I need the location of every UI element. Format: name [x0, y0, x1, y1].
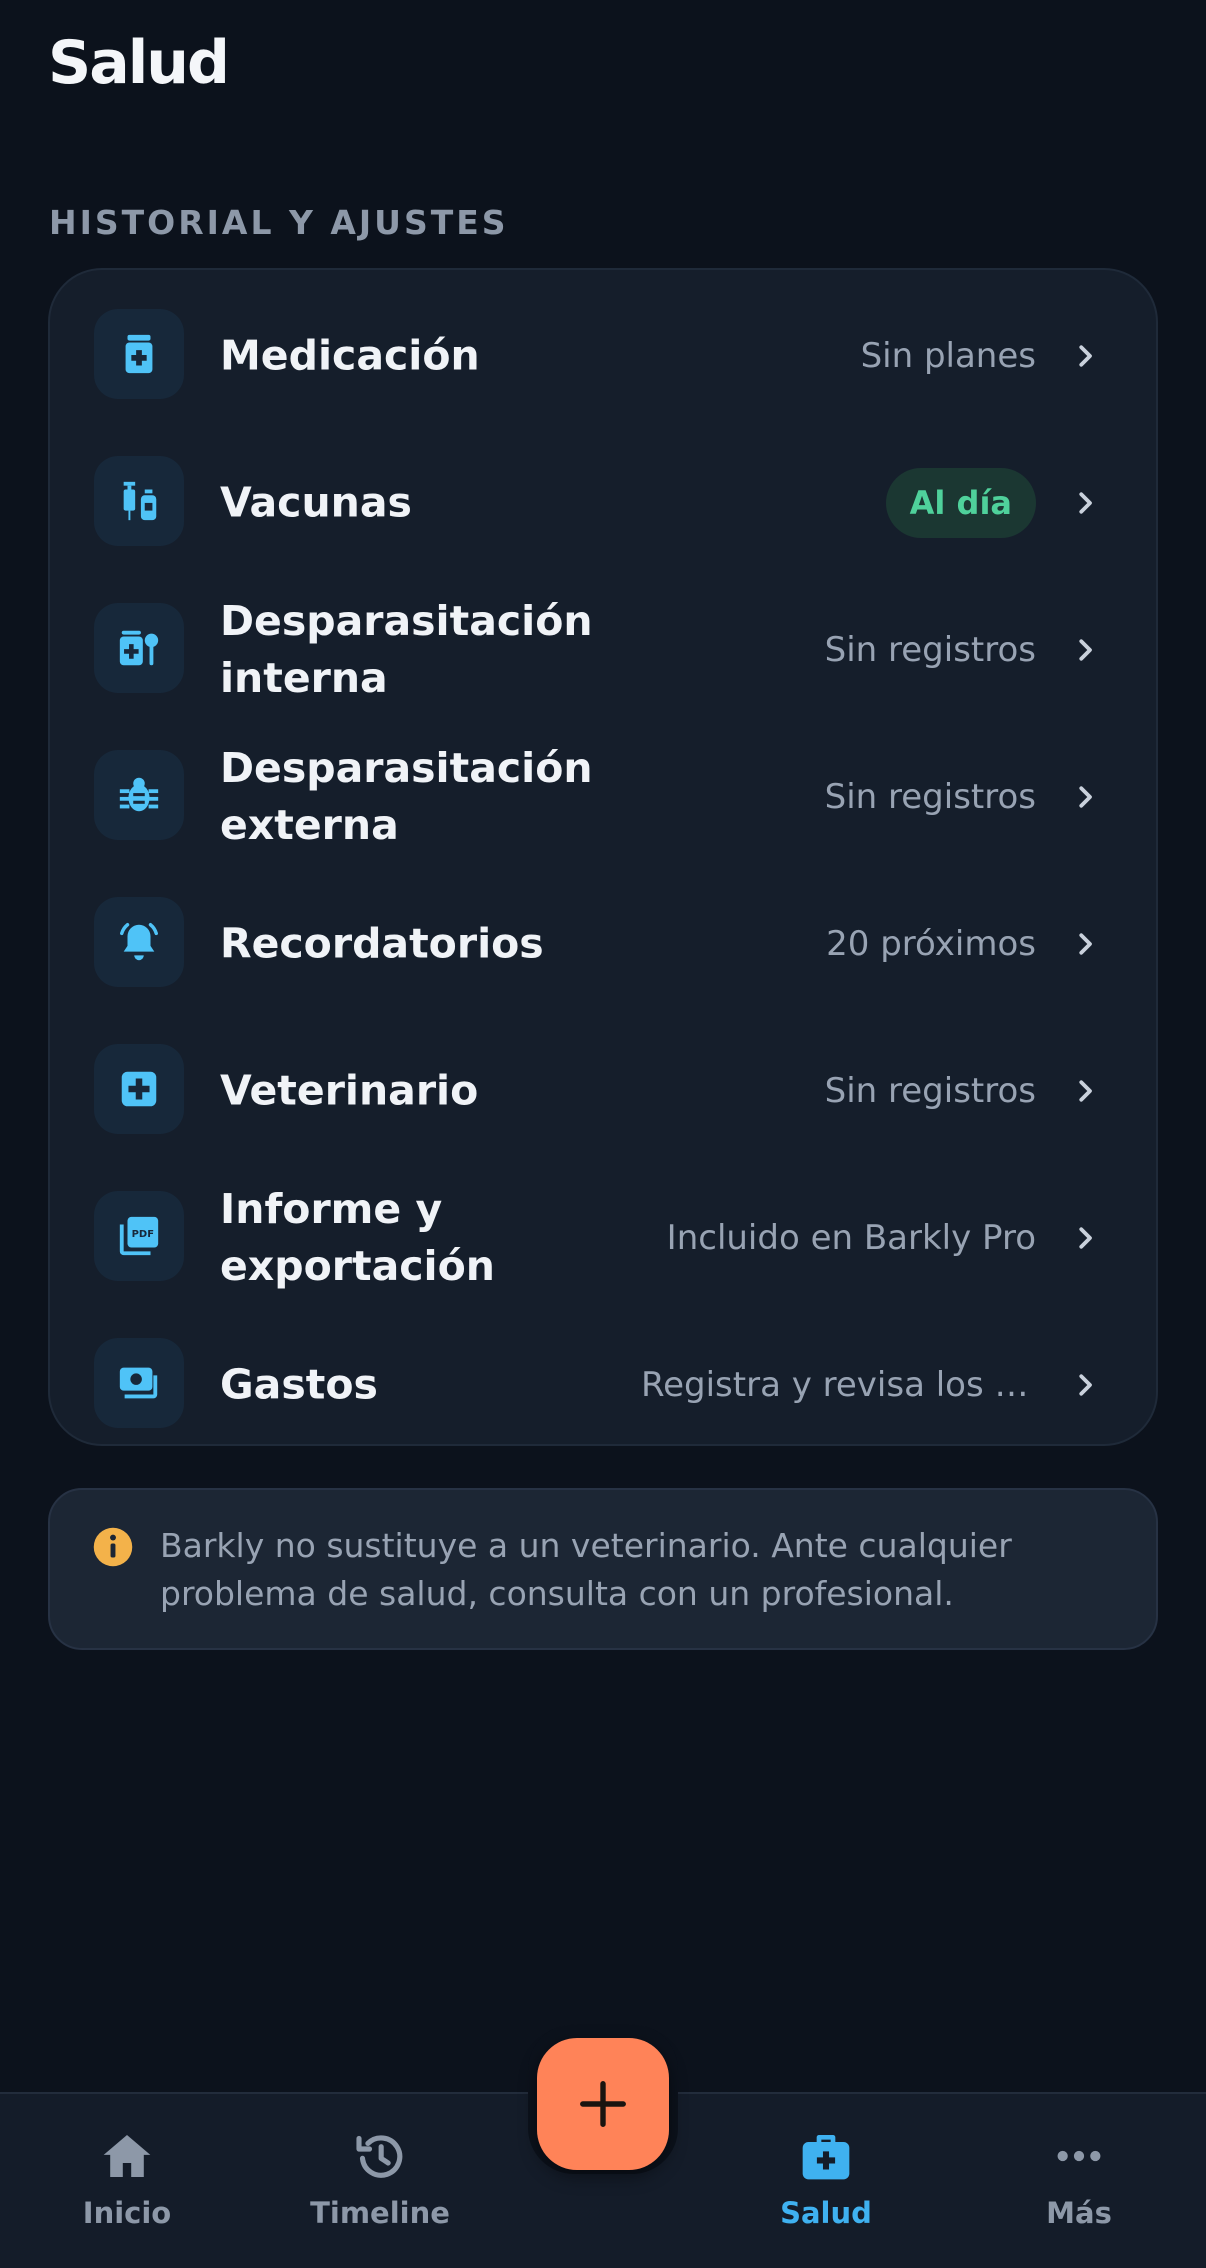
row-label: Desparasitación externa	[220, 743, 593, 849]
chevron-right-icon	[1079, 638, 1092, 661]
chevron-right-icon	[1079, 491, 1092, 514]
row-vaccines[interactable]: Vacunas Al día	[50, 429, 1156, 576]
plus-icon	[580, 2081, 626, 2127]
health-menu-card: Medicación Sin planes Vacunas Al día Des…	[48, 268, 1158, 1446]
row-external-deworming[interactable]: Desparasitación externa Sin registros	[50, 723, 1156, 870]
row-value: 20 próximos	[826, 923, 1036, 964]
row-report-export[interactable]: PDF Informe y exportación Incluido en Ba…	[50, 1164, 1156, 1311]
nav-item-mas[interactable]: Más	[979, 2128, 1179, 2230]
home-icon	[103, 2135, 151, 2177]
row-value: Incluido en Barkly Pro	[666, 1217, 1036, 1258]
nav-item-salud[interactable]: Salud	[726, 2128, 926, 2230]
add-button[interactable]	[537, 2038, 669, 2170]
internal-deworming-icon	[94, 603, 184, 693]
chevron-right-icon	[1079, 1373, 1092, 1396]
medkit-icon	[802, 2135, 850, 2180]
row-value: Registra y revisa los gastos	[641, 1364, 1036, 1405]
page-title: Salud	[48, 28, 230, 98]
money-icon	[94, 1338, 184, 1428]
nav-item-inicio[interactable]: Inicio	[27, 2128, 227, 2230]
chevron-right-icon	[1079, 785, 1092, 808]
bell-ringing-icon	[94, 897, 184, 987]
row-internal-deworming[interactable]: Desparasitación interna Sin registros	[50, 576, 1156, 723]
row-value: Sin registros	[824, 1070, 1036, 1111]
nav-label: Inicio	[82, 2196, 172, 2230]
nav-item-timeline[interactable]: Timeline	[280, 2128, 480, 2230]
row-label: Informe y exportación	[220, 1184, 495, 1290]
nav-label: Timeline	[310, 2196, 450, 2230]
disclaimer-box: Barkly no sustituye a un veterinario. An…	[48, 1488, 1158, 1650]
row-label: Desparasitación interna	[220, 596, 593, 702]
history-icon	[356, 2135, 403, 2178]
disclaimer-text: Barkly no sustituye a un veterinario. An…	[160, 1526, 1012, 1613]
chevron-right-icon	[1079, 1079, 1092, 1102]
row-value: Sin planes	[860, 335, 1036, 376]
section-label: HISTORIAL Y AJUSTES	[49, 203, 509, 242]
more-dots-icon	[1057, 2150, 1101, 2162]
svg-text:PDF: PDF	[132, 1229, 154, 1240]
row-label: Recordatorios	[220, 919, 544, 967]
row-value: Sin registros	[824, 776, 1036, 817]
chevron-right-icon	[1079, 932, 1092, 955]
medical-cross-icon	[94, 1044, 184, 1134]
nav-label: Más	[1046, 2196, 1112, 2230]
status-badge: Al día	[885, 467, 1036, 538]
vaccine-syringe-icon	[94, 456, 184, 546]
row-label: Vacunas	[220, 478, 412, 526]
row-expenses[interactable]: Gastos Registra y revisa los gastos	[50, 1311, 1156, 1458]
info-icon	[93, 1527, 133, 1567]
chevron-right-icon	[1079, 344, 1092, 367]
bug-icon	[94, 750, 184, 840]
nav-label: Salud	[780, 2196, 872, 2230]
pdf-export-icon: PDF	[94, 1191, 184, 1281]
row-medication[interactable]: Medicación Sin planes	[50, 282, 1156, 429]
row-label: Medicación	[220, 331, 480, 379]
row-label: Veterinario	[220, 1066, 479, 1114]
chevron-right-icon	[1079, 1226, 1092, 1249]
row-value: Sin registros	[824, 629, 1036, 670]
medication-bottle-icon	[94, 309, 184, 399]
row-veterinarian[interactable]: Veterinario Sin registros	[50, 1017, 1156, 1164]
row-label: Gastos	[220, 1360, 378, 1408]
row-reminders[interactable]: Recordatorios 20 próximos	[50, 870, 1156, 1017]
